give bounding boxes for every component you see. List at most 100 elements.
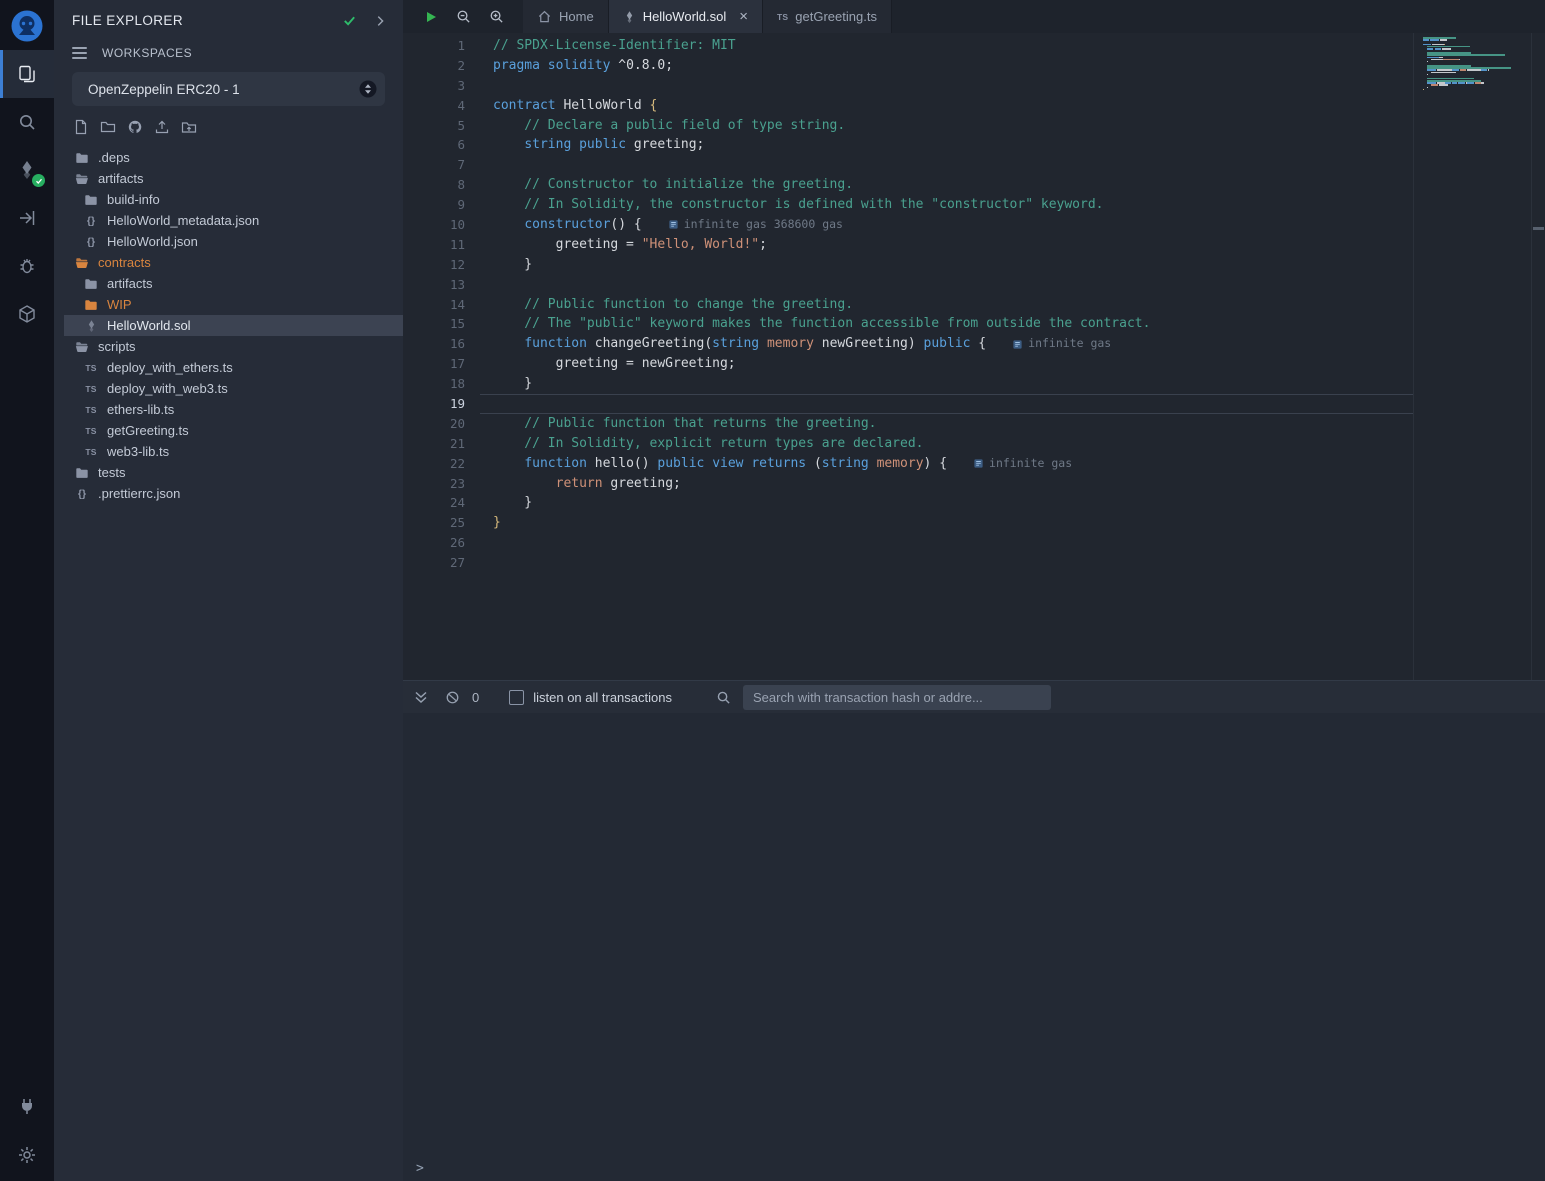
- code-line[interactable]: 24 }: [403, 493, 1413, 513]
- file-tree-item[interactable]: TS web3-lib.ts: [64, 441, 403, 462]
- code-line[interactable]: 10 constructor() {infinite gas 368600 ga…: [403, 215, 1413, 235]
- file-tree-item[interactable]: {} .prettierrc.json: [64, 483, 403, 504]
- code-line[interactable]: 20 // Public function that returns the g…: [403, 414, 1413, 434]
- file-tree-label: deploy_with_web3.ts: [107, 381, 228, 396]
- settings-button[interactable]: [0, 1130, 54, 1179]
- clear-transactions-icon[interactable]: [445, 690, 460, 705]
- line-number: 2: [403, 56, 465, 76]
- code-line[interactable]: 1// SPDX-License-Identifier: MIT: [403, 36, 1413, 56]
- code-line[interactable]: 12 }: [403, 255, 1413, 275]
- workspace-menu-icon[interactable]: [72, 47, 87, 59]
- deploy-run-button[interactable]: [0, 194, 54, 242]
- code-line[interactable]: 5 // Declare a public field of type stri…: [403, 116, 1413, 136]
- listen-all-transactions-label: listen on all transactions: [533, 690, 672, 705]
- code-line[interactable]: 3: [403, 76, 1413, 96]
- upload-file-icon[interactable]: [181, 119, 197, 135]
- zoom-out-icon[interactable]: [456, 9, 471, 24]
- code-line[interactable]: 22 function hello() public view returns …: [403, 454, 1413, 474]
- search-button[interactable]: [0, 98, 54, 146]
- file-tree-item[interactable]: HelloWorld.sol: [64, 315, 403, 336]
- file-tree-item[interactable]: WIP: [64, 294, 403, 315]
- home-icon: [537, 9, 552, 24]
- file-explorer-button[interactable]: [0, 50, 54, 98]
- gas-estimate-decoration: infinite gas: [1012, 334, 1111, 354]
- code-line[interactable]: 27: [403, 553, 1413, 573]
- code-line[interactable]: 17 greeting = newGreeting;: [403, 354, 1413, 374]
- plugin-manager-button[interactable]: [0, 290, 54, 338]
- zoom-in-icon[interactable]: [489, 9, 504, 24]
- editor-tab[interactable]: TS getGreeting.ts: [763, 0, 892, 33]
- compile-success-badge: [32, 174, 45, 187]
- code-line[interactable]: 6 string public greeting;: [403, 135, 1413, 155]
- file-tree-label: .deps: [98, 150, 130, 165]
- debugger-button[interactable]: [0, 242, 54, 290]
- line-number: 24: [403, 493, 465, 513]
- file-tree-item[interactable]: TS ethers-lib.ts: [64, 399, 403, 420]
- code-viewport[interactable]: 1// SPDX-License-Identifier: MIT2pragma …: [403, 33, 1414, 680]
- ts-icon: TS: [83, 405, 99, 415]
- line-number: 15: [403, 314, 465, 334]
- collapse-terminal-icon[interactable]: [413, 689, 429, 705]
- file-tree-item[interactable]: {} HelloWorld.json: [64, 231, 403, 252]
- code-line[interactable]: 19: [403, 394, 1413, 414]
- file-tree-item[interactable]: scripts: [64, 336, 403, 357]
- minimap[interactable]: [1423, 37, 1535, 95]
- file-tree-label: HelloWorld_metadata.json: [107, 213, 259, 228]
- file-tree-item[interactable]: TS getGreeting.ts: [64, 420, 403, 441]
- workspace-select[interactable]: OpenZeppelin ERC20 - 1: [72, 72, 385, 106]
- clone-git-icon[interactable]: [127, 119, 143, 135]
- close-tab-icon[interactable]: ×: [739, 9, 748, 24]
- file-tree-item[interactable]: artifacts: [64, 168, 403, 189]
- file-tree-label: WIP: [107, 297, 132, 312]
- terminal-search-input[interactable]: [743, 685, 1051, 710]
- editor-scrollbar[interactable]: [1531, 33, 1545, 680]
- solidity-compiler-button[interactable]: [0, 146, 54, 194]
- ts-icon: TS: [83, 384, 99, 394]
- folder-open-icon: [74, 340, 90, 354]
- code-line[interactable]: 18 }: [403, 374, 1413, 394]
- file-tree-item[interactable]: contracts: [64, 252, 403, 273]
- code-line[interactable]: 8 // Constructor to initialize the greet…: [403, 175, 1413, 195]
- file-tree-item[interactable]: TS deploy_with_ethers.ts: [64, 357, 403, 378]
- chevron-right-icon[interactable]: [373, 14, 387, 28]
- scrollbar-cursor-marker: [1533, 227, 1544, 230]
- terminal-output[interactable]: >: [403, 713, 1545, 1181]
- editor-tab[interactable]: HelloWorld.sol ×: [609, 0, 763, 33]
- code-line[interactable]: 14 // Public function to change the gree…: [403, 295, 1413, 315]
- code-line[interactable]: 25}: [403, 513, 1413, 533]
- file-tree-label: .prettierrc.json: [98, 486, 180, 501]
- code-line[interactable]: 15 // The "public" keyword makes the fun…: [403, 314, 1413, 334]
- editor-controls: [403, 0, 523, 33]
- code-line[interactable]: 21 // In Solidity, explicit return types…: [403, 434, 1413, 454]
- run-icon[interactable]: [424, 10, 438, 24]
- file-tree-item[interactable]: tests: [64, 462, 403, 483]
- file-tree-item[interactable]: .deps: [64, 147, 403, 168]
- plug-button[interactable]: [0, 1081, 54, 1130]
- editor-tab[interactable]: Home: [523, 0, 609, 33]
- code-line[interactable]: 11 greeting = "Hello, World!";: [403, 235, 1413, 255]
- publish-gist-icon[interactable]: [154, 119, 170, 135]
- file-tree-item[interactable]: artifacts: [64, 273, 403, 294]
- code-line[interactable]: 26: [403, 533, 1413, 553]
- file-tree-item[interactable]: build-info: [64, 189, 403, 210]
- code-line[interactable]: 7: [403, 155, 1413, 175]
- code-editor[interactable]: 1// SPDX-License-Identifier: MIT2pragma …: [403, 33, 1545, 680]
- file-tree-item[interactable]: TS deploy_with_web3.ts: [64, 378, 403, 399]
- workspace-updown-icon: [359, 80, 377, 98]
- create-folder-icon[interactable]: [100, 119, 116, 135]
- listen-all-transactions-checkbox[interactable]: [509, 690, 524, 705]
- remix-logo[interactable]: [0, 2, 54, 50]
- code-line[interactable]: 13: [403, 275, 1413, 295]
- code-line[interactable]: 16 function changeGreeting(string memory…: [403, 334, 1413, 354]
- tab-label: HelloWorld.sol: [643, 9, 727, 24]
- sol-icon: [623, 10, 636, 23]
- file-tree-item[interactable]: {} HelloWorld_metadata.json: [64, 210, 403, 231]
- ts-icon: TS: [83, 426, 99, 436]
- file-tree-label: contracts: [98, 255, 151, 270]
- line-number: 3: [403, 76, 465, 96]
- create-file-icon[interactable]: [73, 119, 89, 135]
- code-line[interactable]: 23 return greeting;: [403, 474, 1413, 494]
- code-line[interactable]: 2pragma solidity ^0.8.0;: [403, 56, 1413, 76]
- code-line[interactable]: 9 // In Solidity, the constructor is def…: [403, 195, 1413, 215]
- code-line[interactable]: 4contract HelloWorld {: [403, 96, 1413, 116]
